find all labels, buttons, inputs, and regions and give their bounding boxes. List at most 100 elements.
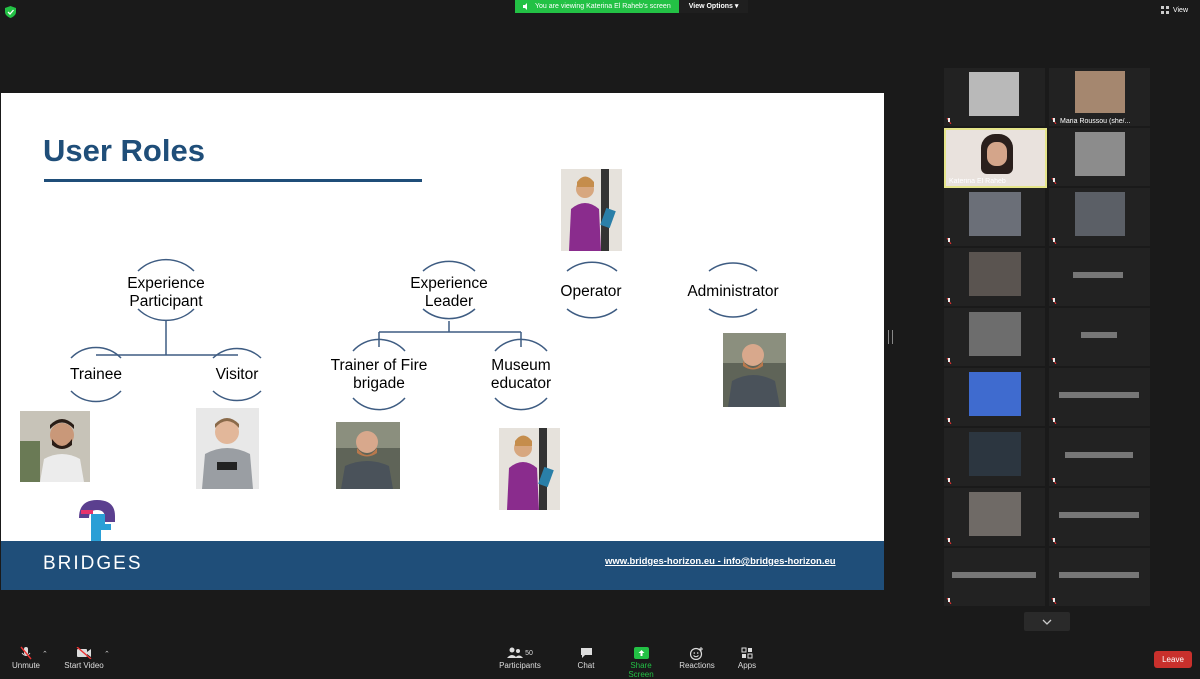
grid-icon xyxy=(1160,6,1169,14)
participant-tile[interactable]: Maria Roussou (she/... xyxy=(1049,68,1150,126)
participant-video xyxy=(969,312,1021,356)
muted-mic-icon xyxy=(946,118,952,124)
role-line: Museum xyxy=(491,357,551,374)
participants-button[interactable]: 50 Participants xyxy=(498,645,542,670)
role-museum-educator: Museum educator xyxy=(471,357,571,392)
role-line: educator xyxy=(490,374,552,392)
muted-mic-icon xyxy=(946,418,952,424)
role-line: Leader xyxy=(424,292,474,310)
muted-mic-icon xyxy=(1051,598,1057,604)
speaker-icon xyxy=(523,3,527,10)
participant-tile[interactable] xyxy=(1049,128,1150,186)
view-options-button[interactable]: View Options ▾ xyxy=(678,0,749,13)
panel-resize-handle[interactable] xyxy=(888,330,893,344)
role-line: brigade xyxy=(353,374,405,392)
muted-mic-icon xyxy=(1051,358,1057,364)
unmute-label: Unmute xyxy=(11,661,40,670)
participant-tile[interactable] xyxy=(1049,248,1150,306)
share-screen-button[interactable]: Share Screen xyxy=(617,645,665,679)
reactions-icon xyxy=(690,646,703,660)
audio-options-chevron-icon[interactable]: ⌃ xyxy=(42,650,48,658)
muted-mic-icon xyxy=(1051,538,1057,544)
active-speaker-tile[interactable]: Katerina El Raheb xyxy=(944,128,1047,188)
muted-mic-icon xyxy=(1051,238,1057,244)
participant-name-placeholder xyxy=(1059,392,1139,398)
participant-tile[interactable] xyxy=(944,428,1045,486)
role-hierarchy-diagram xyxy=(70,258,758,411)
chat-button[interactable]: Chat xyxy=(574,645,598,670)
participant-video xyxy=(1075,71,1125,113)
trainee-photo xyxy=(20,411,90,482)
start-video-button[interactable]: Start Video xyxy=(63,645,105,670)
participant-video xyxy=(969,192,1021,236)
reactions-button[interactable]: Reactions xyxy=(678,645,716,670)
gallery-next-page-button[interactable] xyxy=(1024,612,1070,631)
participant-tile[interactable] xyxy=(1049,308,1150,366)
role-line: Experience xyxy=(127,275,205,292)
role-experience-leader: Experience Leader xyxy=(399,275,499,310)
administrator-photo xyxy=(723,333,786,407)
apps-icon xyxy=(741,647,753,659)
muted-mic-icon xyxy=(20,646,32,660)
unmute-button[interactable]: Unmute xyxy=(8,645,44,670)
participant-tile[interactable] xyxy=(944,488,1045,546)
footer-contact: www.bridges-horizon.eu - info@bridges-ho… xyxy=(605,556,836,567)
participant-tile[interactable] xyxy=(944,308,1045,366)
muted-mic-icon xyxy=(1051,418,1057,424)
participant-tile[interactable] xyxy=(944,368,1045,426)
participant-tile[interactable] xyxy=(1049,368,1150,426)
shared-slide: User Roles Experience Participant Experi… xyxy=(1,93,884,590)
video-options-chevron-icon[interactable]: ⌃ xyxy=(104,650,110,658)
participant-video xyxy=(969,432,1021,476)
muted-mic-icon xyxy=(1051,178,1057,184)
muted-mic-icon xyxy=(1051,478,1057,484)
muted-mic-icon xyxy=(946,298,952,304)
museum-educator-photo xyxy=(499,428,560,510)
participant-name-placeholder xyxy=(1059,512,1139,518)
participant-name-placeholder xyxy=(1081,332,1117,338)
participant-video xyxy=(1075,192,1125,236)
footer-brand: BRIDGES xyxy=(43,553,143,574)
view-options-label: View Options xyxy=(688,3,733,10)
view-layout-button[interactable]: View xyxy=(1160,6,1188,14)
participant-tile[interactable] xyxy=(944,68,1045,126)
participant-name-placeholder xyxy=(1065,452,1133,458)
muted-mic-icon xyxy=(1051,118,1057,124)
participants-icon xyxy=(507,647,524,658)
participant-name: Maria Roussou (she/... xyxy=(1060,118,1131,125)
role-administrator: Administrator xyxy=(687,283,779,300)
participant-tile[interactable] xyxy=(944,548,1045,606)
role-experience-participant: Experience Participant xyxy=(116,275,216,310)
apps-button[interactable]: Apps xyxy=(736,645,758,670)
leave-button[interactable]: Leave xyxy=(1154,651,1192,668)
trainer-photo xyxy=(336,422,400,489)
role-trainee: Trainee xyxy=(70,366,122,383)
participant-video xyxy=(969,72,1019,116)
bridges-logo-icon xyxy=(79,500,115,542)
participant-video xyxy=(969,252,1021,296)
video-off-icon xyxy=(76,647,92,659)
role-visitor: Visitor xyxy=(215,366,259,383)
participant-tile[interactable] xyxy=(1049,428,1150,486)
chevron-down-icon: ▾ xyxy=(734,3,739,10)
participant-tile[interactable] xyxy=(944,248,1045,306)
viewing-indicator: You are viewing Katerina El Raheb's scre… xyxy=(515,0,679,13)
participant-video xyxy=(969,492,1021,536)
role-line: Experience xyxy=(410,275,488,292)
participant-name-placeholder xyxy=(952,572,1036,578)
viewing-text: You are viewing Katerina El Raheb's scre… xyxy=(535,3,671,10)
participant-tile[interactable] xyxy=(1049,488,1150,546)
share-screen-icon xyxy=(633,647,649,659)
participant-name: Katerina El Raheb xyxy=(949,178,1006,185)
role-trainer-fire-brigade: Trainer of Fire brigade xyxy=(319,357,439,392)
participant-tile[interactable] xyxy=(1049,188,1150,246)
screen-share-banner: You are viewing Katerina El Raheb's scre… xyxy=(515,0,749,13)
participant-gallery: Maria Roussou (she/... Katerina El Raheb xyxy=(944,68,1150,608)
share-screen-label: Share Screen xyxy=(628,661,654,679)
participant-tile[interactable] xyxy=(1049,548,1150,606)
start-video-label: Start Video xyxy=(64,661,104,670)
participant-tile[interactable] xyxy=(944,188,1045,246)
security-shield-icon[interactable] xyxy=(5,6,16,18)
operator-photo xyxy=(561,169,622,251)
muted-mic-icon xyxy=(1051,298,1057,304)
